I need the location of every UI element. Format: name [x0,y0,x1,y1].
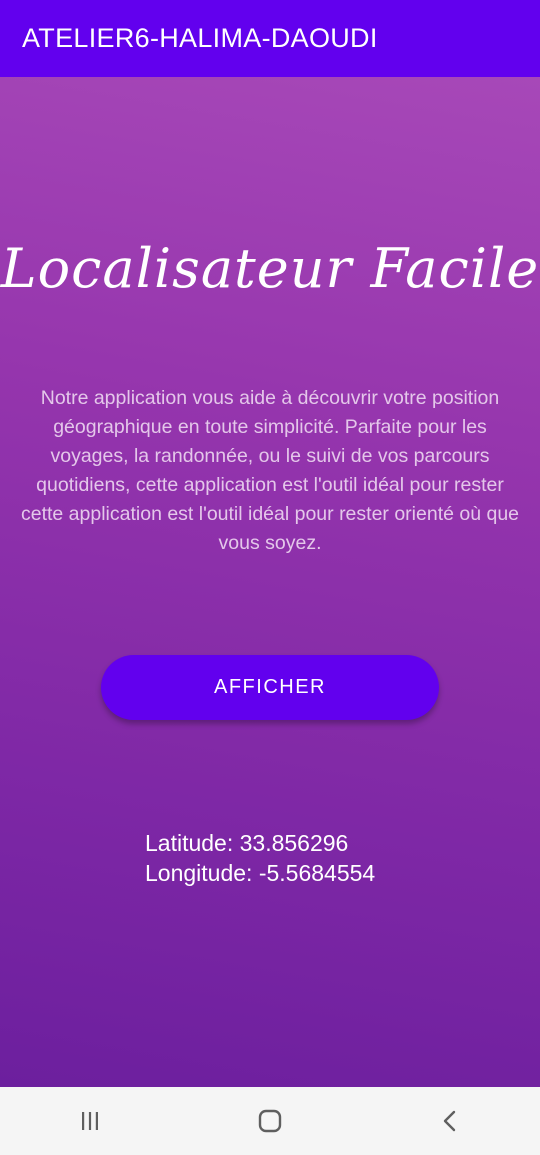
app-bar: ATELIER6-HALIMA-DAOUDI [0,0,540,77]
back-icon [443,1110,456,1132]
latitude-text: Latitude: 33.856296 [145,830,349,856]
home-button[interactable] [210,1087,330,1155]
coordinates-display: Latitude: 33.856296 Longitude: -5.568455… [145,828,375,888]
longitude-text: Longitude: -5.5684554 [145,860,376,886]
main-content: Localisateur Facile Notre application vo… [0,77,540,1087]
back-button[interactable] [390,1087,510,1155]
headline: Localisateur Facile [0,237,540,300]
home-icon [258,1109,282,1133]
system-nav-bar [0,1087,540,1155]
phone-screen: ATELIER6-HALIMA-DAOUDI Localisateur Faci… [0,0,540,1155]
app-description: Notre application vous aide à découvrir … [20,387,520,554]
recent-apps-icon [82,1112,98,1130]
afficher-button[interactable]: AFFICHER [101,655,439,720]
app-title: ATELIER6-HALIMA-DAOUDI [22,23,378,53]
recent-apps-button[interactable] [30,1087,150,1155]
